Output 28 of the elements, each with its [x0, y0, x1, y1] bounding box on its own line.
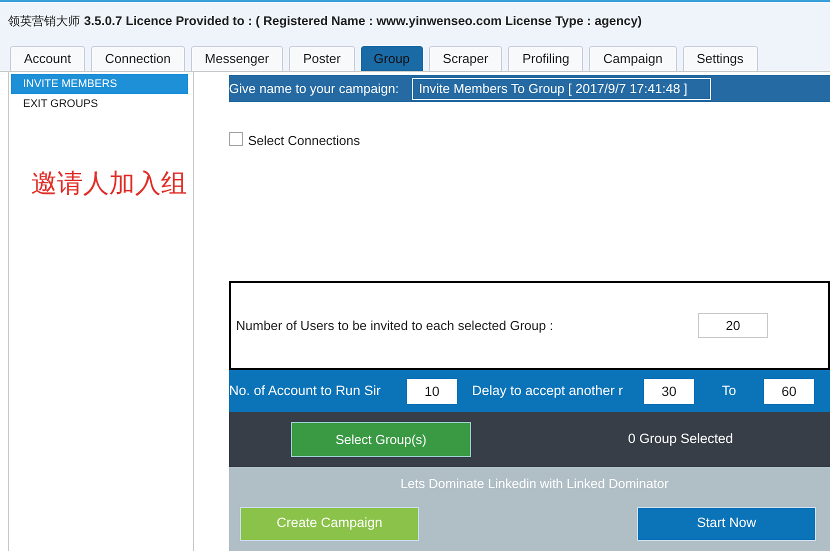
select-groups-button[interactable]: Select Group(s)	[291, 422, 471, 457]
users-per-group-label: Number of Users to be invited to each selected Group :	[236, 316, 554, 335]
group-count: 0 Group Selected	[628, 430, 734, 448]
connections-label: Select Connections	[248, 132, 360, 150]
delay-label: Delay to accept another r	[472, 382, 624, 400]
campaign-name-field[interactable]: Invite Members To Group [ 2017/9/7 17:41:48 ]	[412, 78, 711, 100]
users-per-group-field[interactable]: 20	[698, 313, 768, 338]
accounts-label: No. of Account to Run Sir	[229, 382, 382, 400]
start-now-button[interactable]: Start Now	[637, 506, 816, 540]
to-label: To	[720, 382, 738, 400]
delay-to-field[interactable]: 60	[764, 378, 814, 404]
annotation-text: 邀请人加入组	[31, 167, 188, 200]
sidebar-item[interactable]: EXIT GROUPS	[11, 94, 188, 114]
tab[interactable]: Account	[10, 46, 85, 71]
tagline: Lets Dominate Linkedin with Linked Dominator	[400, 475, 669, 493]
app-name: 领英营销大师	[8, 13, 80, 30]
connections-checkbox[interactable]	[229, 132, 243, 146]
tab[interactable]: Poster	[289, 46, 355, 71]
window-title: 3.5.0.7 Licence Provided to : ( Registered Name : www.yinwenseo.com License Type : agency)	[84, 12, 642, 30]
tab[interactable]: Connection	[90, 46, 185, 71]
tab[interactable]: Profiling	[508, 46, 584, 71]
accounts-field[interactable]: 10	[407, 378, 457, 404]
delay-from-field[interactable]: 30	[644, 378, 694, 404]
tab[interactable]: Settings	[682, 46, 758, 71]
campaign-name-label: Give name to your campaign:	[229, 80, 399, 98]
tab[interactable]: Campaign	[589, 46, 677, 71]
tab[interactable]: Scraper	[428, 46, 502, 71]
tab[interactable]: Messenger	[190, 46, 284, 71]
